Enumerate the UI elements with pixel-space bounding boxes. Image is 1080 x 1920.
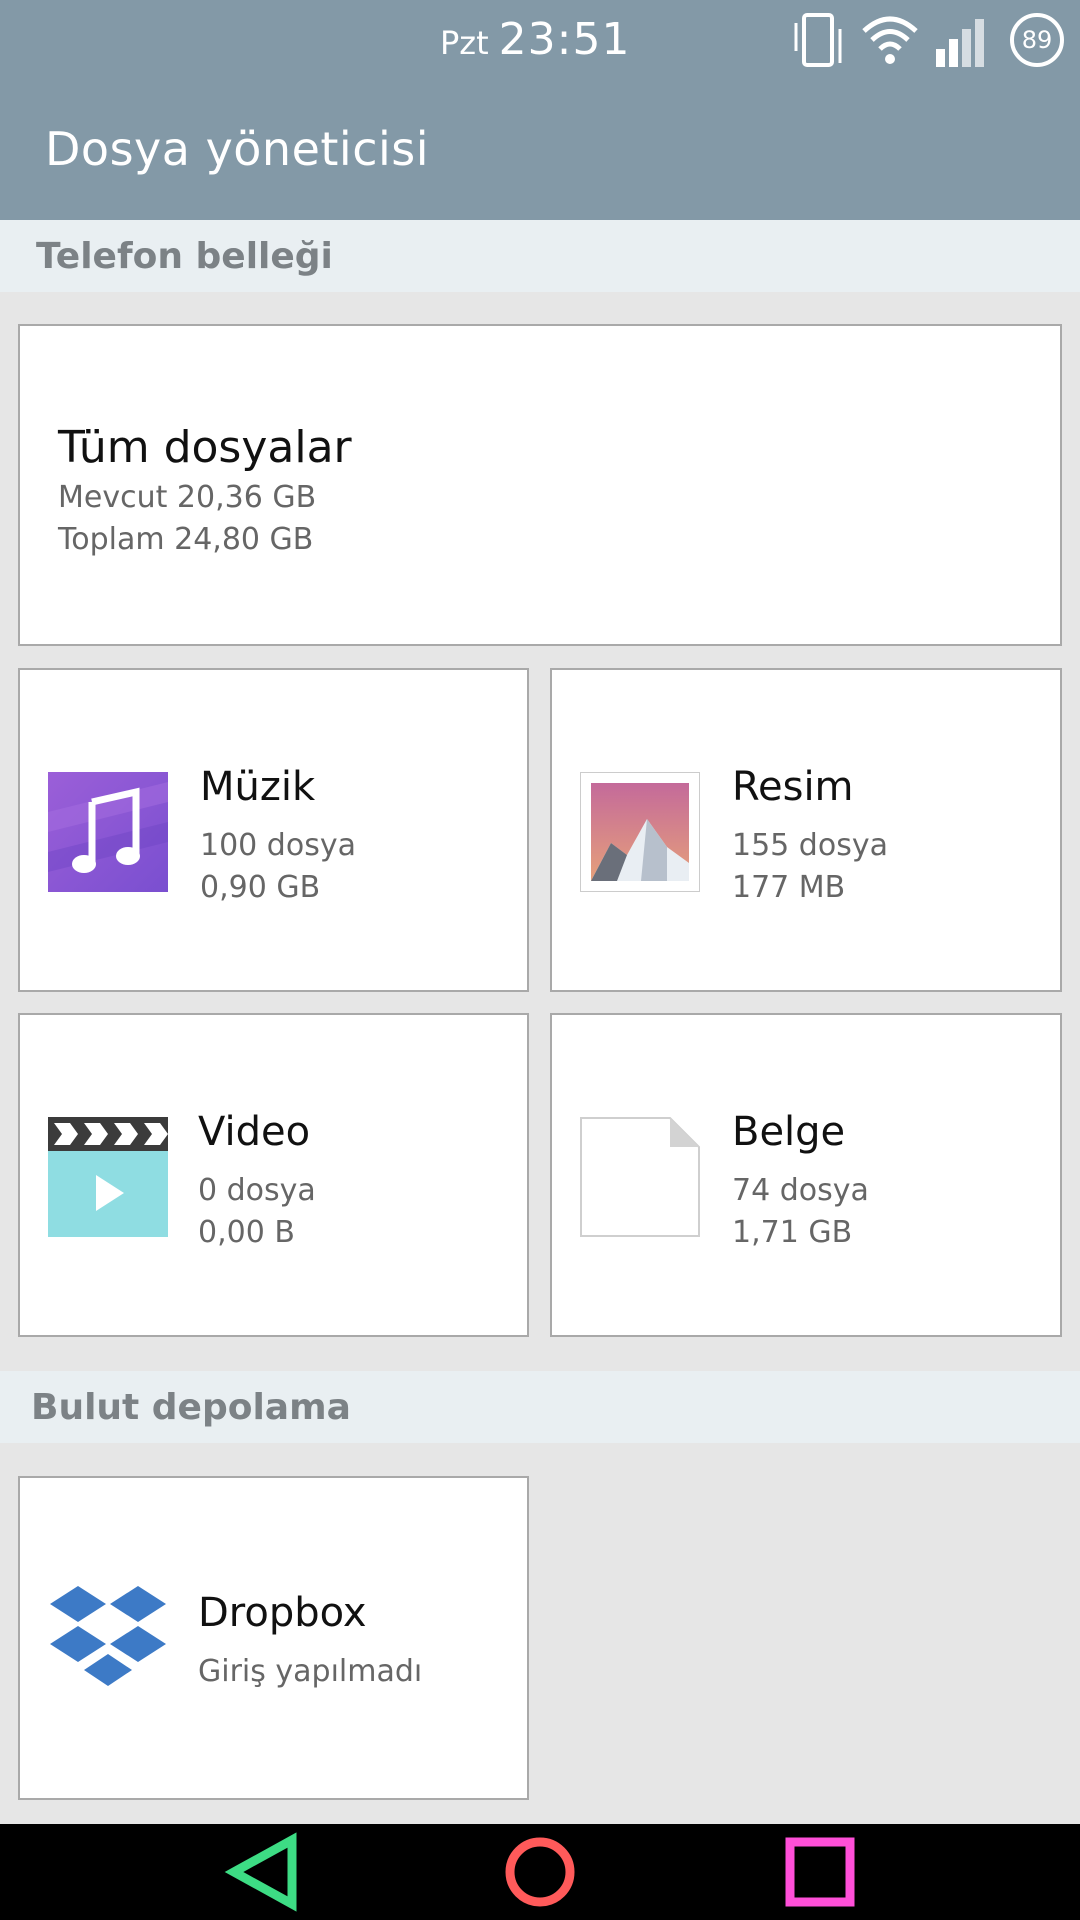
home-icon bbox=[505, 1837, 575, 1907]
battery-indicator: 89 bbox=[1008, 11, 1066, 69]
all-files-total: Toplam 24,80 GB bbox=[58, 522, 314, 557]
category-card-music[interactable]: Müzik 100 dosya 0,90 GB bbox=[18, 668, 529, 992]
status-clock: Pzt 23:51 bbox=[440, 14, 630, 70]
home-button[interactable] bbox=[500, 1832, 580, 1912]
app-bar: Dosya yöneticisi bbox=[0, 80, 1080, 220]
category-title: Video bbox=[198, 1109, 311, 1155]
recent-apps-icon bbox=[785, 1837, 855, 1907]
category-count: 100 dosya bbox=[200, 828, 356, 863]
category-size: 1,71 GB bbox=[732, 1215, 853, 1250]
category-card-image[interactable]: Resim 155 dosya 177 MB bbox=[550, 668, 1062, 992]
section-header-phone-storage: Telefon belleği bbox=[0, 220, 1080, 292]
all-files-card[interactable]: Tüm dosyalar Mevcut 20,36 GB Toplam 24,8… bbox=[18, 324, 1062, 646]
back-icon bbox=[224, 1832, 297, 1912]
vibrate-icon bbox=[794, 13, 842, 67]
category-card-document[interactable]: Belge 74 dosya 1,71 GB bbox=[550, 1013, 1062, 1337]
cloud-card-dropbox[interactable]: Dropbox Giriş yapılmadı bbox=[18, 1476, 529, 1800]
category-count: 155 dosya bbox=[732, 828, 888, 863]
category-size: 0,00 B bbox=[198, 1215, 295, 1250]
all-files-title: Tüm dosyalar bbox=[58, 422, 352, 473]
video-icon bbox=[48, 1117, 168, 1237]
status-icons: 89 bbox=[790, 8, 1066, 72]
recent-apps-button[interactable] bbox=[780, 1832, 860, 1912]
page-title: Dosya yöneticisi bbox=[45, 122, 430, 176]
category-count: 0 dosya bbox=[198, 1173, 316, 1208]
wifi-icon bbox=[862, 16, 918, 64]
category-card-video[interactable]: Video 0 dosya 0,00 B bbox=[18, 1013, 529, 1337]
status-time: 23:51 bbox=[498, 14, 631, 65]
status-bar: Pzt 23:51 89 bbox=[0, 0, 1080, 80]
music-icon bbox=[48, 772, 168, 892]
cloud-service-status: Giriş yapılmadı bbox=[198, 1654, 423, 1689]
category-size: 0,90 GB bbox=[200, 870, 321, 905]
back-button[interactable] bbox=[224, 1832, 304, 1912]
category-count: 74 dosya bbox=[732, 1173, 869, 1208]
all-files-available: Mevcut 20,36 GB bbox=[58, 480, 317, 515]
navigation-bar bbox=[0, 1824, 1080, 1920]
category-title: Belge bbox=[732, 1109, 846, 1155]
category-title: Müzik bbox=[200, 764, 316, 810]
signal-icon bbox=[936, 19, 984, 67]
section-header-cloud-storage: Bulut depolama bbox=[0, 1371, 1080, 1443]
battery-level: 89 bbox=[1021, 26, 1053, 54]
image-icon bbox=[580, 772, 700, 892]
document-icon bbox=[580, 1117, 700, 1237]
dropbox-icon bbox=[48, 1580, 168, 1700]
cloud-service-title: Dropbox bbox=[198, 1590, 367, 1636]
category-size: 177 MB bbox=[732, 870, 846, 905]
status-day: Pzt bbox=[440, 24, 489, 62]
category-title: Resim bbox=[732, 764, 854, 810]
